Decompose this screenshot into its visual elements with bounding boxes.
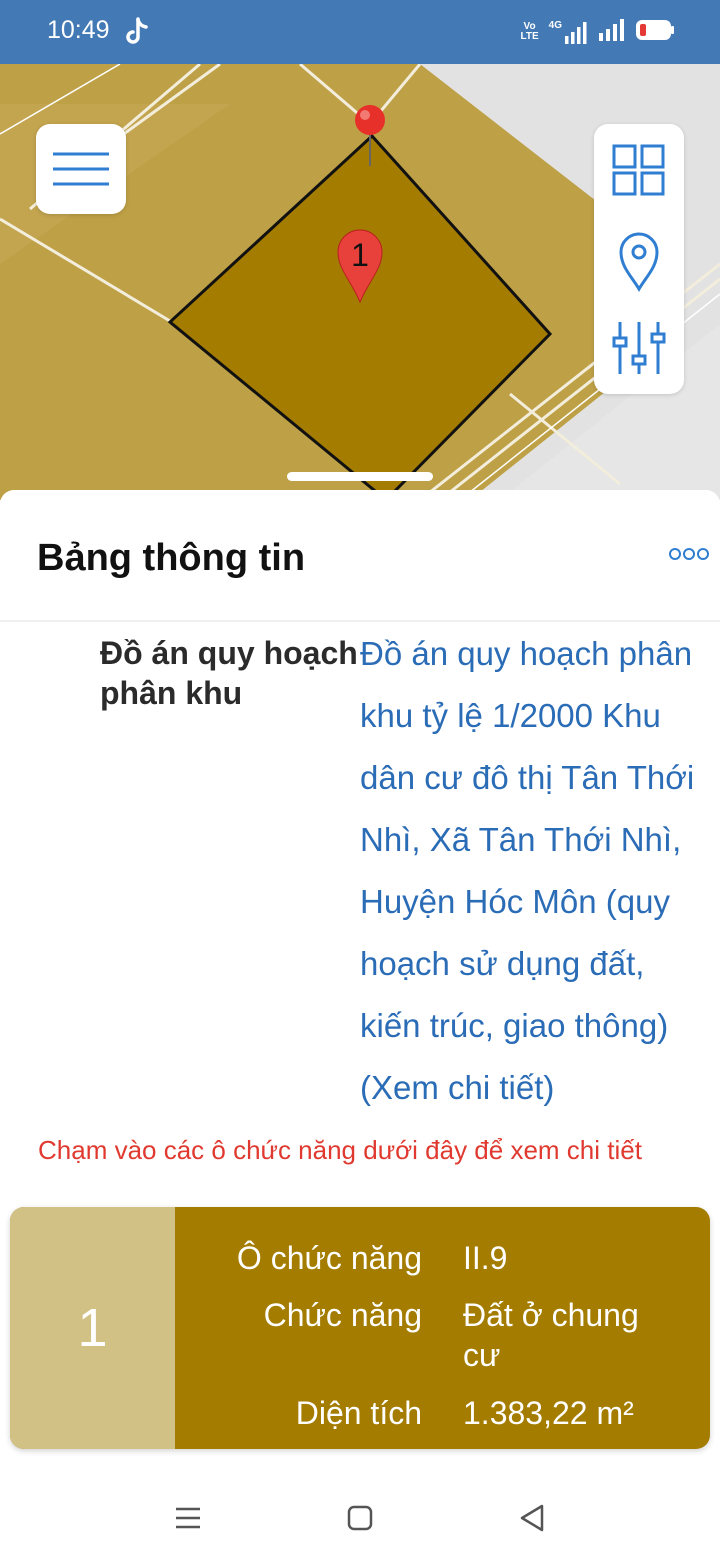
tiktok-icon [126, 17, 148, 44]
menu-button[interactable] [36, 124, 126, 214]
plan-link[interactable]: Đồ án quy hoạch phân khu tỷ lệ 1/2000 Kh… [360, 623, 710, 1119]
my-location-button[interactable] [594, 219, 684, 299]
sheet-divider [0, 620, 720, 622]
row-value-area: 1.383,22 m² [463, 1395, 634, 1431]
row-value-function-cell: II.9 [463, 1240, 508, 1276]
network-type-label: 4G [548, 20, 562, 31]
signal-icon [598, 18, 626, 46]
hint-text: Chạm vào các ô chức năng dưới đây để xem… [38, 1135, 642, 1165]
more-dots-icon[interactable] [668, 544, 710, 564]
home-icon[interactable] [340, 1498, 380, 1538]
battery-icon [636, 19, 676, 46]
filter-button[interactable] [594, 308, 684, 388]
back-icon[interactable] [512, 1498, 552, 1538]
recent-apps-icon[interactable] [168, 1498, 208, 1538]
sheet-drag-handle[interactable] [287, 472, 433, 481]
row-label-function-cell: Ô chức năng [236, 1240, 422, 1276]
row-label-area: Diện tích [295, 1395, 422, 1431]
status-icons: Vo LTE 4G [521, 18, 677, 46]
grid-icon [612, 144, 665, 196]
signal-icon: 4G [549, 20, 588, 44]
sheet-title: Bảng thông tin [37, 537, 306, 579]
status-bar: 10:49 Vo LTE 4G [0, 0, 720, 64]
plan-label: Đồ án quy hoạch phân khu [100, 635, 358, 711]
menu-icon [53, 152, 109, 186]
volte-icon: Vo LTE [520, 21, 539, 42]
plot-card[interactable]: 1 Ô chức năng II.9 Chức năng Đất ở chung… [10, 1207, 710, 1449]
plot-number: 1 [77, 1298, 108, 1358]
map-tools-panel [594, 124, 684, 394]
row-value-function: Đất ở chung cư [463, 1297, 639, 1373]
sliders-icon [612, 322, 666, 374]
plot-marker-label: 1 [351, 237, 369, 273]
location-pin-icon [619, 232, 659, 292]
status-time: 10:49 [47, 16, 110, 44]
layers-button[interactable] [594, 130, 684, 210]
row-label-function: Chức năng [263, 1297, 422, 1333]
system-nav-bar [0, 1480, 720, 1560]
